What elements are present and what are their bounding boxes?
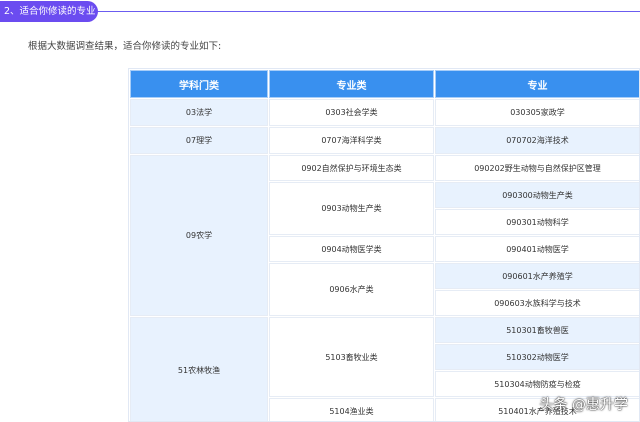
category-cell: 07理学 [130,127,268,154]
major-cell: 030305家政学 [435,99,639,126]
category-cell: 09农学 [130,155,268,316]
table-row: 09农学 0902自然保护与环境生态类 090202野生动物与自然保护区管理 [130,155,639,316]
major-cell: 510302动物医学 [435,344,639,370]
header-major: 专业 [435,70,639,98]
major-cell: 090401动物医学 [435,236,639,262]
class-cell: 5104渔业类 [269,398,434,421]
class-cell: 5103畜牧业类 [269,317,434,397]
class-cell: 0906水产类 [269,263,434,316]
intro-text: 根据大数据调查结果，适合你修读的专业如下: [28,41,222,52]
category-cell: 51农林牧渔 [130,317,268,421]
class-cell: 0903动物生产类 [269,182,434,235]
major-cell: 090301动物科学 [435,209,639,235]
class-cell: 0303社会学类 [269,99,434,126]
table-row: 51农林牧渔 5103畜牧业类 510301畜牧兽医 [130,317,639,421]
major-cell: 090603水族科学与技术 [435,290,639,316]
major-cell: 090202野生动物与自然保护区管理 [435,155,639,181]
table-row: 07理学 0707海洋科学类 070702海洋技术 [130,127,639,154]
header-category: 学科门类 [130,70,268,98]
major-cell: 090300动物生产类 [435,182,639,208]
header-class: 专业类 [269,70,434,98]
section-title: 2、适合你修读的专业 [0,1,98,22]
table-row: 03法学 0303社会学类 030305家政学 [130,99,639,126]
major-cell: 090601水产养殖学 [435,263,639,289]
class-cell: 0904动物医学类 [269,236,434,262]
class-cell: 0707海洋科学类 [269,127,434,154]
majors-table: 学科门类 专业类 专业 03法学 0303社会学类 030305家政学 07理学… [128,68,640,422]
major-cell: 510301畜牧兽医 [435,317,639,343]
watermark: 头条 @惠升学 [539,397,628,413]
major-cell: 070702海洋技术 [435,127,639,154]
category-cell: 03法学 [130,99,268,126]
class-cell: 0902自然保护与环境生态类 [269,155,434,181]
